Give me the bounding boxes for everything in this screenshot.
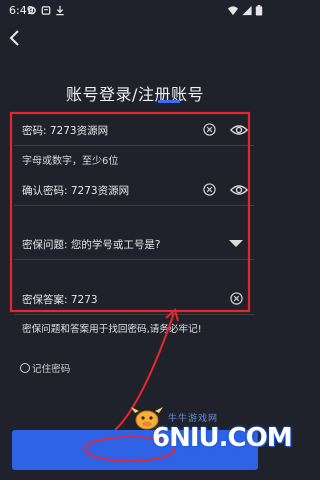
confirm-password-label: 确认密码: 7273资源网	[22, 185, 130, 197]
watermark-text: 6NIU.COM	[152, 423, 293, 453]
radio-icon[interactable]	[20, 363, 30, 373]
confirm-password-field[interactable]: 确认密码: 7273资源网	[14, 175, 254, 206]
password-label: 密码: 7273资源网	[22, 125, 109, 137]
security-question-select[interactable]: 密保问题: 您的学号或工号是?	[14, 229, 254, 260]
battery-icon	[255, 5, 263, 16]
password-field[interactable]: 密码: 7273资源网	[14, 115, 254, 146]
status-bar: 6:49	[0, 0, 270, 22]
back-arrow-icon[interactable]	[6, 28, 26, 48]
dropdown-arrow-icon[interactable]	[229, 240, 243, 247]
security-note: 密保问题和答案用于找回密码,请务必牢记!	[22, 324, 202, 335]
active-tab-indicator	[158, 100, 180, 103]
show-password-icon[interactable]	[230, 122, 248, 138]
gear-icon	[28, 6, 36, 15]
signal-icon	[242, 5, 252, 16]
page-title: 账号登录/注册账号	[66, 85, 204, 104]
download-icon	[56, 5, 64, 16]
remember-password-checkbox[interactable]: 记住密码	[20, 361, 70, 375]
remember-label: 记住密码	[32, 364, 71, 375]
security-answer-field[interactable]: 密保答案: 7273	[14, 284, 254, 315]
watermark-logo: 牛牛游戏网 6NIU.COM	[120, 405, 293, 467]
clear-icon[interactable]	[230, 292, 243, 305]
clear-icon[interactable]	[203, 183, 216, 196]
security-answer-label: 密保答案: 7273	[22, 294, 98, 306]
security-question-label: 密保问题: 您的学号或工号是?	[22, 239, 161, 251]
clear-icon[interactable]	[203, 123, 216, 136]
wifi-icon	[227, 6, 239, 16]
show-password-icon[interactable]	[230, 182, 248, 198]
password-hint: 字母或数字，至少6位	[22, 156, 119, 167]
notification-icon	[41, 6, 51, 15]
